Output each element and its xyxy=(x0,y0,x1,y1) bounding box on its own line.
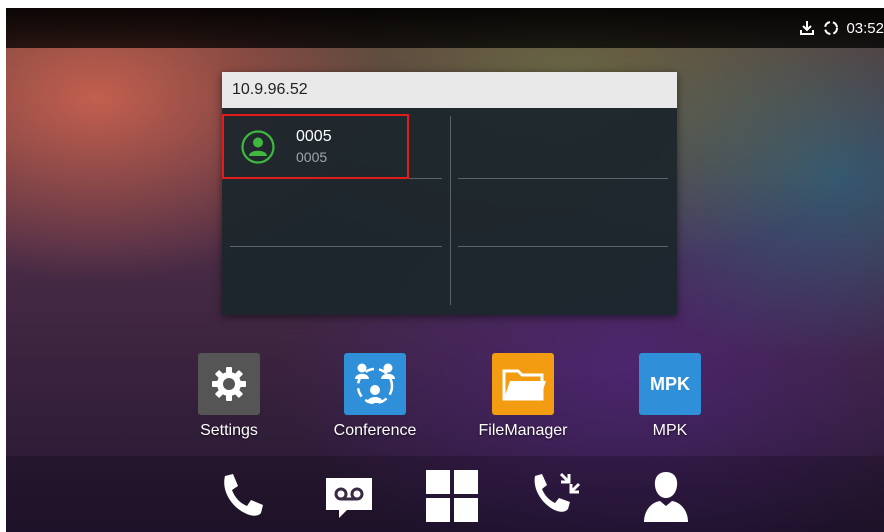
conference-icon xyxy=(344,353,406,415)
empty-slot[interactable] xyxy=(458,250,668,310)
app-mpk[interactable]: MPK MPK xyxy=(610,353,730,440)
status-bar: 03:52 xyxy=(6,8,884,48)
empty-slot[interactable] xyxy=(230,182,442,244)
phone-icon[interactable] xyxy=(211,466,271,526)
widget-header: 10.9.96.52 xyxy=(222,72,677,108)
empty-slot[interactable] xyxy=(230,250,442,310)
app-conference[interactable]: Conference xyxy=(315,353,435,440)
call-transfer-icon[interactable] xyxy=(527,466,587,526)
empty-slot[interactable] xyxy=(458,114,668,176)
contact-number: 0005 xyxy=(296,149,328,165)
download-icon xyxy=(798,19,816,37)
dock xyxy=(6,456,884,532)
folder-icon xyxy=(492,353,554,415)
app-label: Conference xyxy=(333,422,417,439)
home-screen: 03:52 10.9.96.52 0005 0005 Settings Conf… xyxy=(6,8,884,532)
contacts-icon[interactable] xyxy=(636,466,696,526)
app-label: Settings xyxy=(200,422,258,439)
app-label: FileManager xyxy=(478,422,568,439)
grid-divider xyxy=(230,246,442,247)
status-tray: 03:52 xyxy=(798,8,884,48)
contact-avatar-icon xyxy=(241,130,275,164)
empty-slot[interactable] xyxy=(458,182,668,244)
widget-grid: 0005 0005 xyxy=(222,108,677,315)
contact-slot[interactable]: 0005 0005 xyxy=(222,114,409,179)
sync-icon xyxy=(822,19,840,37)
app-label: MPK xyxy=(652,422,688,439)
contact-name: 0005 xyxy=(296,128,332,145)
grid-divider xyxy=(458,178,668,179)
app-filemanager[interactable]: FileManager xyxy=(463,353,583,440)
bls-contacts-widget: 10.9.96.52 0005 0005 xyxy=(222,72,677,315)
mpk-icon-text: MPK xyxy=(650,374,690,394)
gear-icon xyxy=(198,353,260,415)
app-settings[interactable]: Settings xyxy=(169,353,289,440)
grid-divider xyxy=(458,246,668,247)
grid-divider xyxy=(450,116,451,305)
apps-grid-icon[interactable] xyxy=(422,466,482,526)
status-time: 03:52 xyxy=(846,19,884,37)
voicemail-icon[interactable] xyxy=(319,466,379,526)
mpk-icon: MPK xyxy=(639,353,701,415)
